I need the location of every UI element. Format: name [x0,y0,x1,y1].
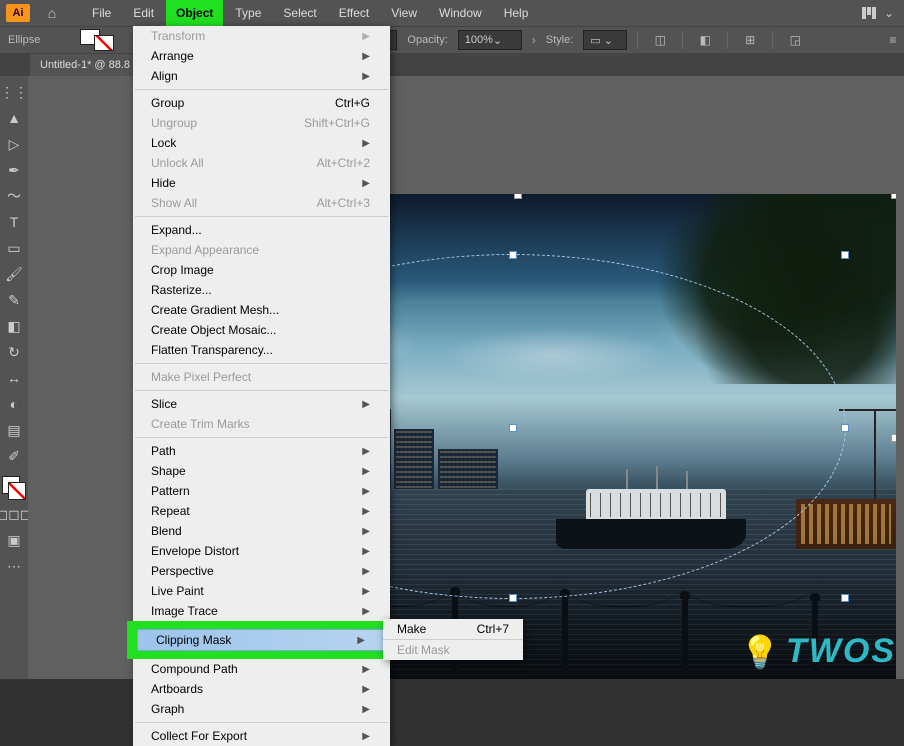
edit-toolbar-icon[interactable]: ⋯ [2,554,26,578]
graphic-style-dropdown[interactable]: ▭ ⌄ [583,30,627,50]
menu-object[interactable]: Object [166,0,223,26]
type-tool[interactable]: T [2,210,26,234]
rectangle-tool[interactable]: ▭ [2,236,26,260]
screen-mode-icon[interactable]: ▣ [2,528,26,552]
menu-perspective[interactable]: Perspective▶ [133,561,390,581]
menu-group[interactable]: GroupCtrl+G [133,93,390,113]
document-tab[interactable]: Untitled-1* @ 88.8 [30,54,140,76]
menu-expand-appearance[interactable]: Expand Appearance [133,240,390,260]
home-icon[interactable]: ⌂ [36,5,68,21]
eyedropper-tool[interactable]: ✐ [2,444,26,468]
twos-watermark: 💡 TWOS [740,632,896,671]
menu-transform[interactable]: Transform▶ [133,26,390,46]
object-menu-dropdown: Transform▶ Arrange▶ Align▶ GroupCtrl+G U… [133,26,390,746]
menu-object-mosaic[interactable]: Create Object Mosaic... [133,320,390,340]
toolbox: ⋮⋮ ▲ ▷ ✒ 〜 T ▭ 🖌 ✎ ◧ ↻ ↔ ◐ ▤ ✐ ◻◻◻ ▣ ⋯ [0,76,28,679]
draw-mode-icons[interactable]: ◻◻◻ [2,502,26,526]
shaper-tool[interactable]: ✎ [2,288,26,312]
curvature-tool[interactable]: 〜 [2,184,26,208]
width-tool[interactable]: ↔ [2,366,26,390]
menu-trim-marks[interactable]: Create Trim Marks [133,414,390,434]
selected-shape-label: Ellipse [8,34,40,46]
menu-type[interactable]: Type [225,0,271,26]
menu-expand[interactable]: Expand... [133,220,390,240]
menu-help[interactable]: Help [494,0,539,26]
app-logo-icon: Ai [6,4,30,22]
submenu-make[interactable]: MakeCtrl+7 [383,619,523,639]
menu-artboards[interactable]: Artboards▶ [133,679,390,699]
selection-tool[interactable]: ▲ [2,106,26,130]
menu-effect[interactable]: Effect [329,0,379,26]
menu-unlock-all[interactable]: Unlock AllAlt+Ctrl+2 [133,153,390,173]
menu-crop-image[interactable]: Crop Image [133,260,390,280]
menu-view[interactable]: View [381,0,427,26]
menu-select[interactable]: Select [273,0,326,26]
rotate-tool[interactable]: ↻ [2,340,26,364]
transform-icon[interactable]: ⊞ [738,29,762,51]
menu-live-paint[interactable]: Live Paint▶ [133,581,390,601]
gradient-tool[interactable]: ▤ [2,418,26,442]
menu-show-all[interactable]: Show AllAlt+Ctrl+3 [133,193,390,213]
menu-compound-path[interactable]: Compound Path▶ [133,659,390,679]
menu-repeat[interactable]: Repeat▶ [133,501,390,521]
menu-collect-export[interactable]: Collect For Export▶ [133,726,390,746]
style-label: Style: [546,34,574,46]
preferences-icon[interactable]: ≡ [882,30,904,50]
menu-file[interactable]: File [82,0,121,26]
menu-rasterize[interactable]: Rasterize... [133,280,390,300]
align-icon[interactable]: ◫ [648,29,672,51]
pen-tool[interactable]: ✒ [2,158,26,182]
lightbulb-icon: 💡 [740,633,780,671]
menu-slice[interactable]: Slice▶ [133,394,390,414]
menu-shape[interactable]: Shape▶ [133,461,390,481]
submenu-edit-mask[interactable]: Edit Mask [383,640,523,660]
opacity-label: Opacity: [407,34,447,46]
workspace-icon [862,7,878,19]
menu-pixel-perfect[interactable]: Make Pixel Perfect [133,367,390,387]
menu-lock[interactable]: Lock▶ [133,133,390,153]
direct-select-tool[interactable]: ▷ [2,132,26,156]
menu-blend[interactable]: Blend▶ [133,521,390,541]
menu-envelope-distort[interactable]: Envelope Distort▶ [133,541,390,561]
shape-builder-tool[interactable]: ◐ [2,392,26,416]
isolate-icon[interactable]: ◲ [783,29,807,51]
chevron-right-icon[interactable]: › [532,33,536,47]
top-menubar: Ai ⌂ File Edit Object Type Select Effect… [0,0,904,26]
menu-graph[interactable]: Graph▶ [133,699,390,719]
menu-ungroup[interactable]: UngroupShift+Ctrl+G [133,113,390,133]
opacity-input[interactable]: 100%⌄ [458,30,522,50]
menu-gradient-mesh[interactable]: Create Gradient Mesh... [133,300,390,320]
menu-edit[interactable]: Edit [123,0,164,26]
menu-hide[interactable]: Hide▶ [133,173,390,193]
chevron-down-icon: ⌄ [493,34,502,47]
menu-align[interactable]: Align▶ [133,66,390,86]
clipping-mask-submenu: MakeCtrl+7 Edit Mask [383,619,523,660]
menu-path[interactable]: Path▶ [133,441,390,461]
menu-pattern[interactable]: Pattern▶ [133,481,390,501]
fill-stroke-control[interactable] [2,476,26,500]
shape-modes-icon[interactable]: ◧ [693,29,717,51]
eraser-tool[interactable]: ◧ [2,314,26,338]
menu-clipping-mask[interactable]: Clipping Mask▶ [137,629,386,651]
menu-image-trace[interactable]: Image Trace▶ [133,601,390,621]
chevron-down-icon: ⌄ [884,6,894,20]
menu-arrange[interactable]: Arrange▶ [133,46,390,66]
menu-window[interactable]: Window [429,0,492,26]
fill-stroke-swatch[interactable] [80,29,114,51]
menu-flatten-transparency[interactable]: Flatten Transparency... [133,340,390,360]
arrow-grip-icon[interactable]: ⋮⋮ [2,80,26,104]
brush-tool[interactable]: 🖌 [2,262,26,286]
workspace-switcher[interactable]: ⌄ [862,6,904,20]
